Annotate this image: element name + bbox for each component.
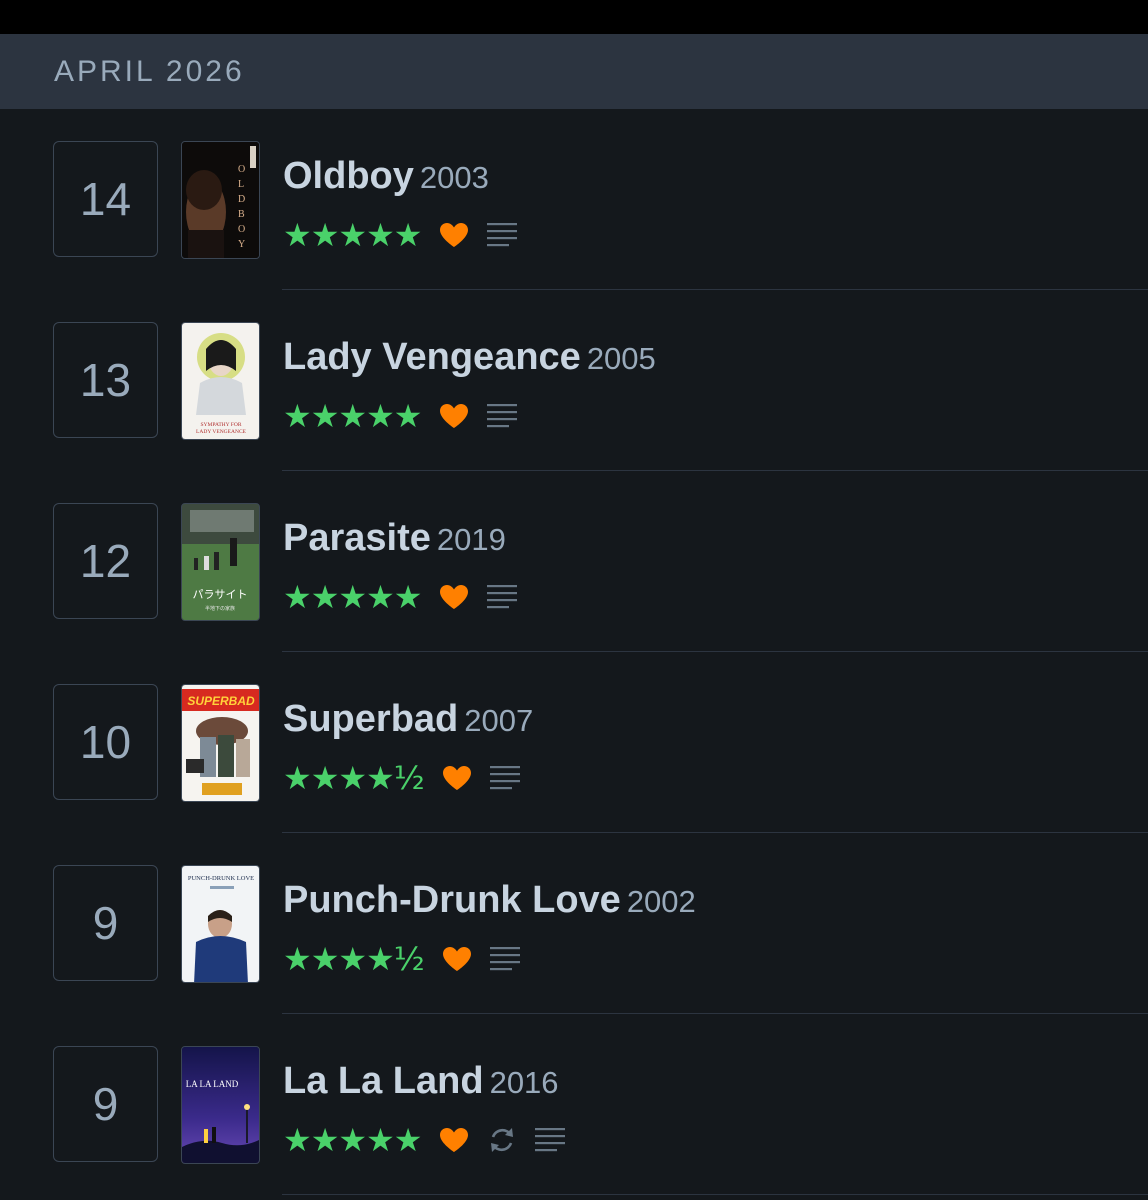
- film-year[interactable]: 2016: [490, 1065, 559, 1100]
- day-box[interactable]: 14: [53, 141, 158, 257]
- review-icon[interactable]: [487, 584, 518, 610]
- svg-text:B: B: [238, 209, 245, 220]
- film-title-line: Superbad 2007: [283, 698, 533, 741]
- heart-icon[interactable]: [439, 403, 469, 429]
- review-icon[interactable]: [489, 765, 520, 791]
- diary-list: 14 O L D B O Y Oldboy 2003 ★★★★★ 13 SYMP…: [0, 109, 1148, 1195]
- star-rating: ★★★★½: [283, 759, 425, 797]
- diary-entry: 9 PUNCH-DRUNK LOVE Punch-Drunk Love 2002 …: [0, 833, 1148, 1014]
- rewatch-icon[interactable]: [487, 1125, 517, 1155]
- day-box[interactable]: 9: [53, 1046, 158, 1162]
- film-title[interactable]: Punch-Drunk Love: [283, 879, 621, 921]
- top-bar: [0, 0, 1148, 35]
- heart-icon[interactable]: [439, 584, 469, 610]
- film-title[interactable]: Lady Vengeance: [283, 336, 581, 378]
- svg-text:O: O: [238, 164, 245, 175]
- svg-text:LA LA LAND: LA LA LAND: [186, 1079, 239, 1089]
- heart-icon[interactable]: [439, 1127, 469, 1153]
- heart-icon[interactable]: [442, 765, 472, 791]
- film-year[interactable]: 2005: [587, 341, 656, 376]
- diary-entry: 10 SUPERBAD Superbad 2007 ★★★★½: [0, 652, 1148, 833]
- svg-text:SYMPATHY FOR: SYMPATHY FOR: [200, 422, 241, 428]
- diary-entry: 9 LA LA LAND La La Land 2016 ★★★★★: [0, 1014, 1148, 1195]
- star-rating: ★★★★½: [283, 940, 425, 978]
- entry-meta: ★★★★★: [283, 578, 518, 616]
- poster-parasite[interactable]: パラサイト 半地下の家族: [181, 503, 260, 621]
- review-icon[interactable]: [487, 403, 518, 429]
- film-title-line: Parasite 2019: [283, 517, 506, 560]
- film-title[interactable]: Parasite: [283, 517, 431, 559]
- entry-meta: ★★★★½: [283, 760, 520, 796]
- month-header-label: APRIL 2026: [54, 55, 245, 88]
- heart-icon[interactable]: [439, 222, 469, 248]
- poster-la-la-land[interactable]: LA LA LAND: [181, 1046, 260, 1164]
- poster-punch-drunk-love[interactable]: PUNCH-DRUNK LOVE: [181, 865, 260, 983]
- film-year[interactable]: 2003: [420, 160, 489, 195]
- film-title-line: La La Land 2016: [283, 1060, 559, 1103]
- film-title-line: Lady Vengeance 2005: [283, 336, 656, 379]
- film-title[interactable]: Oldboy: [283, 155, 414, 197]
- poster-oldboy[interactable]: O L D B O Y: [181, 141, 260, 259]
- diary-entry: 13 SYMPATHY FOR LADY VENGEANCE Lady Veng…: [0, 290, 1148, 471]
- svg-text:SUPERBAD: SUPERBAD: [187, 694, 255, 708]
- review-icon[interactable]: [487, 222, 518, 248]
- entry-meta: ★★★★★: [283, 216, 518, 254]
- svg-text:O: O: [238, 224, 245, 235]
- star-rating: ★★★★★: [283, 578, 422, 616]
- heart-icon[interactable]: [442, 946, 472, 972]
- svg-text:L: L: [238, 179, 244, 190]
- film-year[interactable]: 2019: [437, 522, 506, 557]
- svg-text:PUNCH-DRUNK LOVE: PUNCH-DRUNK LOVE: [188, 875, 254, 882]
- divider: [282, 1194, 1148, 1195]
- svg-text:Y: Y: [238, 239, 245, 250]
- month-header: APRIL 2026: [0, 35, 1148, 109]
- day-box[interactable]: 13: [53, 322, 158, 438]
- entry-meta: ★★★★½: [283, 941, 520, 977]
- diary-entry: 14 O L D B O Y Oldboy 2003 ★★★★★: [0, 109, 1148, 290]
- poster-superbad[interactable]: SUPERBAD: [181, 684, 260, 802]
- poster-lady-vengeance[interactable]: SYMPATHY FOR LADY VENGEANCE: [181, 322, 260, 440]
- film-title[interactable]: La La Land: [283, 1060, 484, 1102]
- entry-meta: ★★★★★: [283, 1121, 566, 1159]
- film-title[interactable]: Superbad: [283, 698, 458, 740]
- svg-text:LADY VENGEANCE: LADY VENGEANCE: [196, 429, 247, 435]
- star-rating: ★★★★★: [283, 216, 422, 254]
- day-box[interactable]: 9: [53, 865, 158, 981]
- film-year[interactable]: 2002: [627, 884, 696, 919]
- svg-text:D: D: [238, 194, 245, 205]
- svg-text:半地下の家族: 半地下の家族: [205, 605, 235, 612]
- film-title-line: Oldboy 2003: [283, 155, 489, 198]
- star-rating: ★★★★★: [283, 397, 422, 435]
- film-title-line: Punch-Drunk Love 2002: [283, 879, 696, 922]
- diary-entry: 12 パラサイト 半地下の家族 Parasite 2019 ★★★★★: [0, 471, 1148, 652]
- review-icon[interactable]: [489, 946, 520, 972]
- day-box[interactable]: 10: [53, 684, 158, 800]
- svg-text:パラサイト: パラサイト: [193, 588, 248, 601]
- day-box[interactable]: 12: [53, 503, 158, 619]
- review-icon[interactable]: [535, 1127, 566, 1153]
- film-year[interactable]: 2007: [464, 703, 533, 738]
- star-rating: ★★★★★: [283, 1121, 422, 1159]
- entry-meta: ★★★★★: [283, 397, 518, 435]
